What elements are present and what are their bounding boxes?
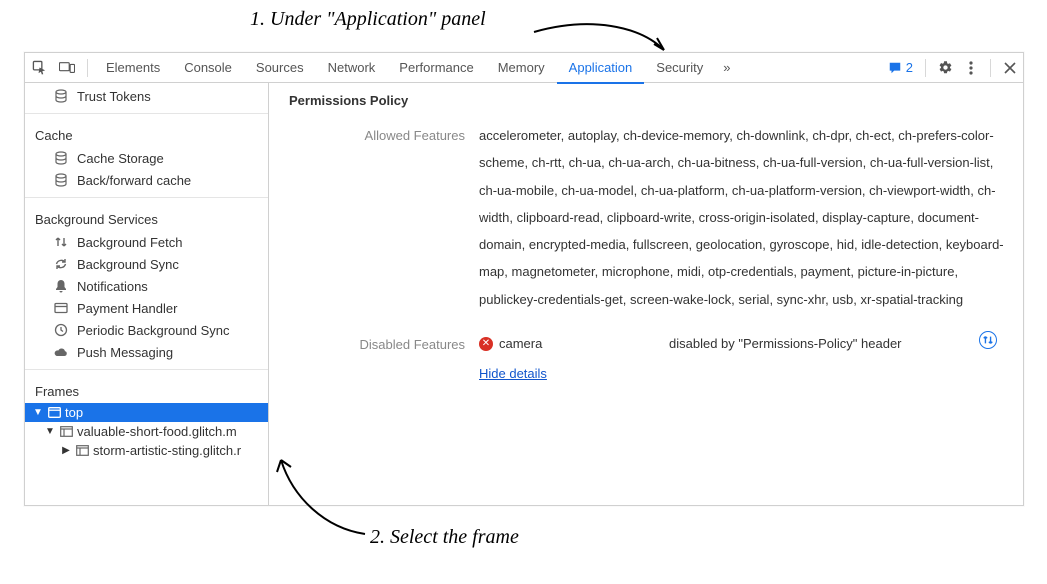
disabled-features-row: Disabled Features ✕ camera disabled by "… [289,331,1007,387]
sidebar-item-trust-tokens[interactable]: Trust Tokens [25,85,268,107]
disclosure-triangle-icon[interactable]: ▶ [61,445,71,456]
frame-label: top [65,405,83,420]
frame-top[interactable]: ▼ top [25,403,268,422]
tab-performance[interactable]: Performance [387,53,485,83]
annotation-step-2: 2. Select the frame [370,526,519,549]
sidebar-item-label: Payment Handler [77,301,177,316]
section-title: Permissions Policy [289,93,1007,108]
bell-icon [53,278,69,294]
refresh-icon [979,331,997,349]
sidebar-group-cache: Cache [25,120,268,147]
frame-child-2[interactable]: ▶ storm-artistic-sting.glitch.r [25,441,268,460]
disabled-features-label: Disabled Features [289,331,479,358]
sidebar-item-label: Back/forward cache [77,173,191,188]
frame-icon [75,444,89,458]
sync-icon [53,256,69,272]
disclosure-triangle-icon[interactable]: ▼ [45,426,55,437]
disabled-feature-name: camera [499,331,542,357]
sidebar-group-frames: Frames [25,376,268,403]
issue-icon [888,61,902,75]
sidebar-item-label: Cache Storage [77,151,164,166]
devtools-window: Elements Console Sources Network Perform… [24,52,1024,506]
database-icon [53,172,69,188]
updown-arrows-icon [53,234,69,250]
allowed-features-value: accelerometer, autoplay, ch-device-memor… [479,122,1007,313]
sidebar-item-label: Periodic Background Sync [77,323,229,338]
frame-label: valuable-short-food.glitch.m [77,424,237,439]
issues-count: 2 [906,60,913,75]
sidebar-item-payment-handler[interactable]: Payment Handler [25,297,268,319]
divider [25,197,268,198]
sidebar-item-label: Background Fetch [77,235,183,250]
tab-sources[interactable]: Sources [244,53,316,83]
separator [87,59,88,77]
hide-details-link[interactable]: Hide details [479,361,1007,387]
sidebar-item-notifications[interactable]: Notifications [25,275,268,297]
tab-application[interactable]: Application [557,53,645,84]
kebab-menu-icon[interactable] [958,53,984,83]
database-icon [53,88,69,104]
application-sidebar: Trust Tokens Cache Cache Storage Back/fo… [25,83,269,505]
clock-icon [53,322,69,338]
divider [25,369,268,370]
window-icon [47,406,61,420]
disabled-feature-camera: ✕ camera [479,331,659,357]
refresh-button[interactable] [979,331,1007,349]
sidebar-item-label: Notifications [77,279,148,294]
inspect-icon[interactable] [25,53,53,83]
device-toggle-icon[interactable] [53,53,81,83]
toolbar-right [932,53,1023,83]
disabled-feature-reason: disabled by "Permissions-Policy" header [669,331,969,357]
frame-icon [59,425,73,439]
permissions-policy-panel: Permissions Policy Allowed Features acce… [269,83,1023,505]
devtools-body: Trust Tokens Cache Cache Storage Back/fo… [25,83,1023,505]
database-icon [53,150,69,166]
sidebar-item-bfcache[interactable]: Back/forward cache [25,169,268,191]
tab-network[interactable]: Network [316,53,388,83]
sidebar-group-bg-services: Background Services [25,204,268,231]
separator [925,59,926,77]
disclosure-triangle-icon[interactable]: ▼ [33,407,43,418]
allowed-features-row: Allowed Features accelerometer, autoplay… [289,122,1007,313]
close-icon[interactable] [997,53,1023,83]
frame-label: storm-artistic-sting.glitch.r [93,443,241,458]
sidebar-item-periodic-sync[interactable]: Periodic Background Sync [25,319,268,341]
sidebar-item-cache-storage[interactable]: Cache Storage [25,147,268,169]
tab-overflow[interactable]: » [715,53,738,83]
sidebar-item-push-messaging[interactable]: Push Messaging [25,341,268,363]
sidebar-item-label: Push Messaging [77,345,173,360]
cloud-icon [53,344,69,360]
allowed-features-label: Allowed Features [289,122,479,149]
annotation-step-1: 1. Under "Application" panel [250,8,486,31]
settings-icon[interactable] [932,53,958,83]
divider [25,113,268,114]
main-tabs: Elements Console Sources Network Perform… [94,53,738,83]
frame-child-1[interactable]: ▼ valuable-short-food.glitch.m [25,422,268,441]
card-icon [53,300,69,316]
issues-indicator[interactable]: 2 [882,60,919,75]
separator [990,59,991,77]
devtools-toolbar: Elements Console Sources Network Perform… [25,53,1023,83]
sidebar-item-label: Background Sync [77,257,179,272]
sidebar-item-bg-sync[interactable]: Background Sync [25,253,268,275]
tab-memory[interactable]: Memory [486,53,557,83]
sidebar-item-label: Trust Tokens [77,89,151,104]
sidebar-item-bg-fetch[interactable]: Background Fetch [25,231,268,253]
frames-tree: ▼ top ▼ valuable-short-food.glitch.m ▶ s… [25,403,268,460]
tab-security[interactable]: Security [644,53,715,83]
x-circle-icon: ✕ [479,337,493,351]
tab-console[interactable]: Console [172,53,244,83]
tab-elements[interactable]: Elements [94,53,172,83]
